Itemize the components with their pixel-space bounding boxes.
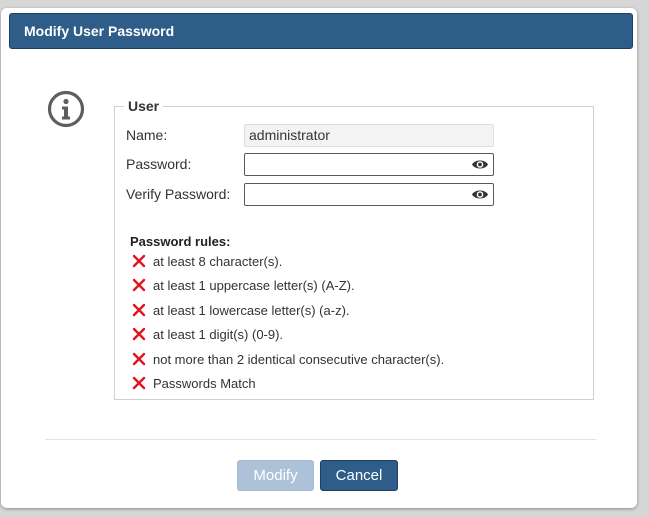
x-mark-icon	[132, 352, 146, 366]
eye-icon[interactable]	[471, 158, 489, 171]
modify-button[interactable]: Modify	[237, 460, 314, 491]
rule-item: at least 1 uppercase letter(s) (A-Z).	[132, 277, 355, 295]
rule-text: at least 8 character(s).	[153, 254, 283, 269]
user-fieldset: User Name: administrator Password: Verif…	[114, 98, 594, 400]
verify-password-label: Verify Password:	[126, 186, 231, 202]
eye-icon[interactable]	[471, 188, 489, 201]
password-label: Password:	[126, 156, 192, 172]
rule-item: at least 1 digit(s) (0-9).	[132, 326, 283, 344]
name-label: Name:	[126, 127, 168, 143]
dialog-title: Modify User Password	[9, 13, 633, 49]
password-rules-title: Password rules:	[130, 234, 231, 249]
x-mark-icon	[132, 327, 146, 341]
password-input[interactable]	[244, 153, 494, 176]
verify-password-input[interactable]	[244, 183, 494, 206]
modify-password-dialog: Modify User Password User Name: administ…	[1, 8, 637, 508]
info-circle-icon	[47, 90, 85, 128]
rule-item: at least 8 character(s).	[132, 253, 282, 271]
rule-item: Passwords Match	[132, 375, 256, 393]
rule-item: at least 1 lowercase letter(s) (a-z).	[132, 302, 350, 320]
rule-text: not more than 2 identical consecutive ch…	[153, 352, 445, 367]
rule-item: not more than 2 identical consecutive ch…	[132, 351, 444, 369]
rule-text: at least 1 digit(s) (0-9).	[153, 327, 284, 342]
rule-text: at least 1 uppercase letter(s) (A-Z).	[153, 278, 355, 293]
footer-divider	[45, 439, 596, 440]
cancel-button[interactable]: Cancel	[320, 460, 398, 491]
rule-text: Passwords Match	[153, 376, 256, 391]
user-legend: User	[124, 98, 164, 114]
rule-text: at least 1 lowercase letter(s) (a-z).	[153, 303, 350, 318]
x-mark-icon	[132, 376, 146, 390]
x-mark-icon	[132, 278, 146, 292]
x-mark-icon	[132, 303, 146, 317]
x-mark-icon	[132, 254, 146, 268]
name-field: administrator	[244, 124, 494, 147]
